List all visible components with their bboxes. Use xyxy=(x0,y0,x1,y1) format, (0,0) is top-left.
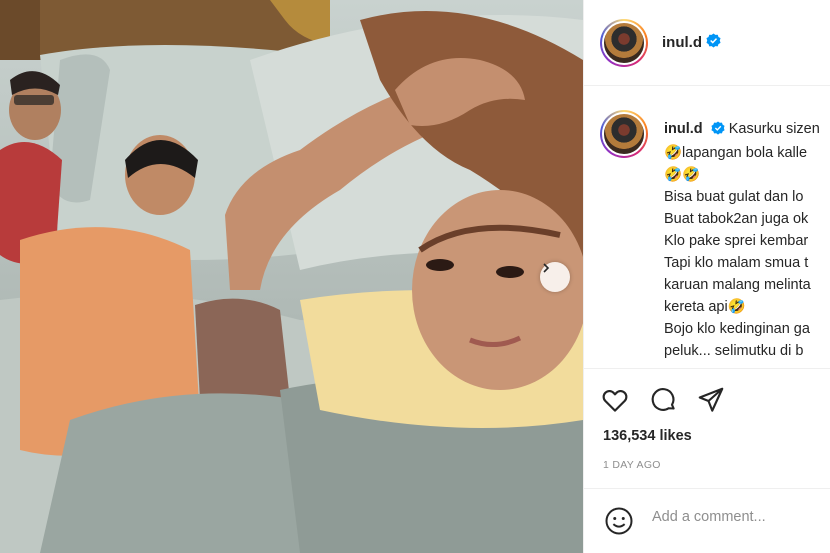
post-username[interactable]: inul.d xyxy=(662,34,702,51)
post-photo[interactable] xyxy=(0,0,583,553)
caption-line: 🤣lapangan bola kalle xyxy=(664,145,808,161)
heart-icon[interactable] xyxy=(600,385,630,415)
emoji-icon[interactable] xyxy=(604,506,634,541)
verified-badge-icon xyxy=(711,120,725,142)
caption-section: inul.d Kasurku sizen 🤣lapangan bola kall… xyxy=(600,100,830,368)
post-side-panel: inul.d inul.d Kasurku sizen 🤣lapangan bo… xyxy=(583,0,830,553)
caption-username[interactable]: inul.d xyxy=(664,121,703,137)
comment-input[interactable] xyxy=(652,509,827,525)
likes-count[interactable]: 136,534 likes xyxy=(603,428,692,444)
caption-line: karuan malang melinta xyxy=(664,277,811,293)
caption-line: Bojo klo kedinginan ga xyxy=(664,321,810,337)
avatar[interactable] xyxy=(600,18,648,67)
share-icon[interactable] xyxy=(696,385,726,415)
caption-line: Bisa buat gulat dan lo xyxy=(664,189,804,205)
comment-icon[interactable] xyxy=(648,385,678,415)
photo-illustration xyxy=(0,0,583,553)
caption-line: Buat tabok2an juga ok xyxy=(664,211,809,227)
caption-line: kereta api🤣 xyxy=(664,299,746,315)
post-actions: 136,534 likes 1 DAY AGO xyxy=(584,368,830,488)
next-photo-button[interactable] xyxy=(540,262,570,292)
post-header: inul.d xyxy=(584,0,830,86)
verified-badge-icon xyxy=(706,32,721,53)
caption-line: Kasurku sizen xyxy=(728,121,820,137)
caption-line: 🤣🤣 xyxy=(664,167,701,183)
caption-line: Klo pake sprei kembar xyxy=(664,233,809,249)
post-timestamp[interactable]: 1 DAY AGO xyxy=(603,459,661,471)
caption-avatar[interactable] xyxy=(600,110,648,158)
comment-form xyxy=(584,488,830,553)
caption-line: peluk... selimutku di b xyxy=(664,343,804,359)
caption-line: Tapi klo malam smua t xyxy=(664,255,809,271)
caption-text: inul.d Kasurku sizen 🤣lapangan bola kall… xyxy=(664,118,830,362)
action-icons xyxy=(600,385,726,415)
